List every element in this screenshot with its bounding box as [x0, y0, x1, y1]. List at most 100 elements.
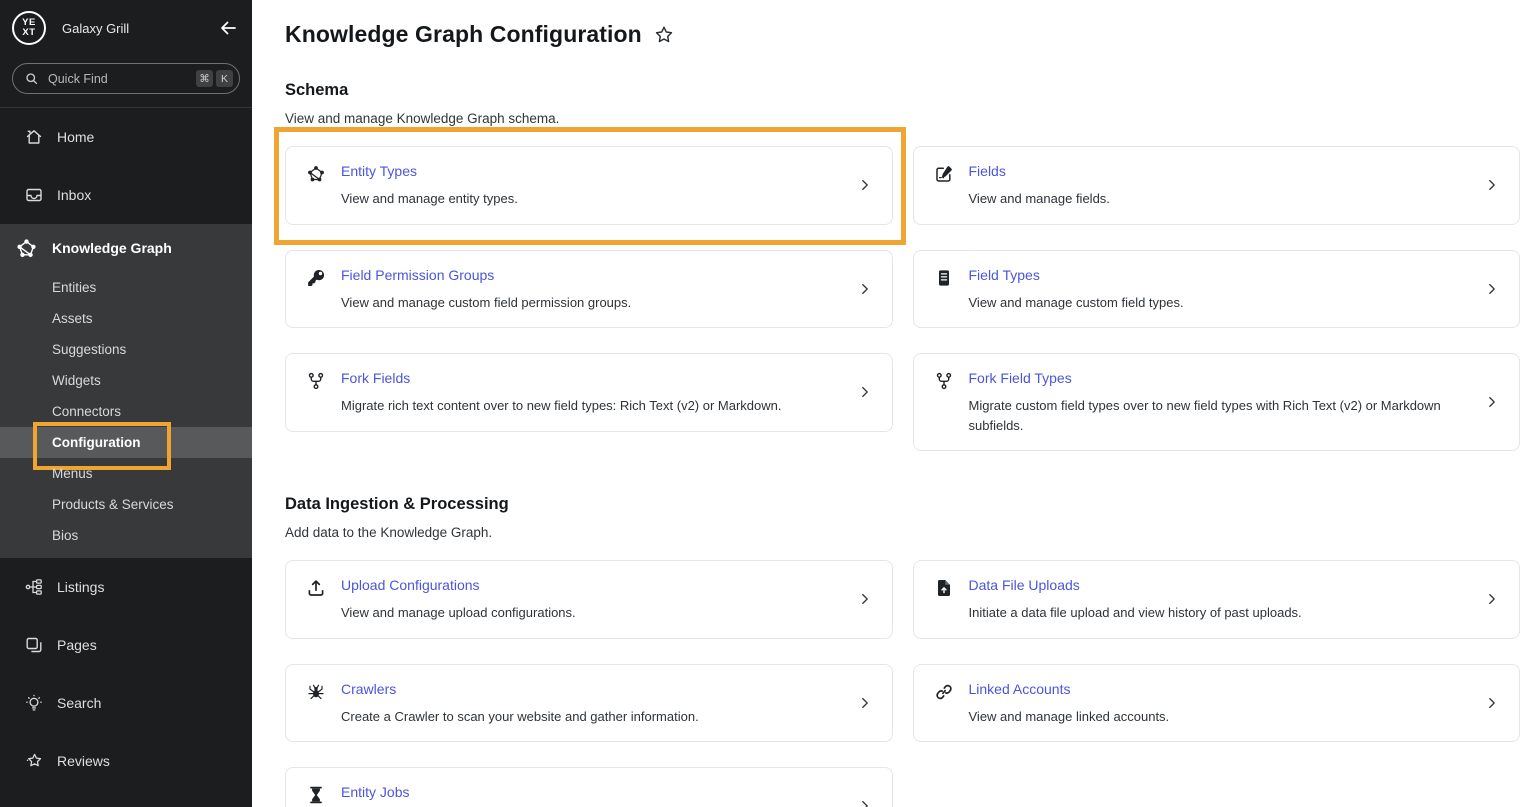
chevron-right-icon: [1485, 282, 1499, 296]
app: YEXT Galaxy Grill ⌘ K: [0, 0, 1539, 807]
back-arrow-icon: [218, 18, 238, 38]
section-subtitle: View and manage Knowledge Graph schema.: [285, 111, 1520, 126]
fields-icon: [934, 164, 954, 184]
card-title-link[interactable]: Fork Field Types: [969, 370, 1464, 386]
card-description: View and manage upload configurations.: [341, 603, 576, 623]
card-title-link[interactable]: Upload Configurations: [341, 577, 576, 593]
sidebar-subitem-label: Assets: [52, 311, 93, 326]
chevron-right-icon: [1485, 178, 1499, 192]
field-types-icon: [934, 268, 954, 288]
sidebar-subitem-label: Widgets: [52, 373, 101, 388]
config-card[interactable]: Data File Uploads Initiate a data file u…: [913, 560, 1521, 639]
sidebar-item-knowledge-graph[interactable]: Knowledge Graph: [0, 224, 252, 272]
config-card[interactable]: Fork Fields Migrate rich text content ov…: [285, 353, 893, 432]
page-title: Knowledge Graph Configuration: [285, 21, 642, 48]
card-description: Create a Crawler to scan your website an…: [341, 707, 699, 727]
card-title-link[interactable]: Field Types: [969, 267, 1184, 283]
upload-icon: [306, 578, 326, 598]
inbox-icon: [24, 185, 44, 205]
knowledge-graph-icon: [15, 237, 38, 260]
card-title-link[interactable]: Crawlers: [341, 681, 699, 697]
card-description: Migrate rich text content over to new fi…: [341, 396, 782, 416]
chevron-right-icon: [1485, 395, 1499, 409]
entity-types-icon: [306, 164, 326, 184]
reviews-icon: [24, 751, 44, 771]
sidebar-subitem[interactable]: Assets: [0, 303, 252, 334]
card-title-link[interactable]: Entity Types: [341, 163, 518, 179]
sidebar-subitem[interactable]: Bios: [0, 520, 252, 551]
sidebar-item[interactable]: Reviews: [0, 732, 252, 790]
card-section: Schema View and manage Knowledge Graph s…: [285, 81, 1520, 451]
chevron-right-icon: [858, 799, 872, 807]
config-card[interactable]: Entity Types View and manage entity type…: [285, 146, 893, 225]
k-key-badge: K: [216, 70, 233, 87]
sidebar-subitem-label: Products & Services: [52, 497, 174, 512]
card-title-link[interactable]: Entity Jobs: [341, 784, 826, 800]
card-title-link[interactable]: Fields: [969, 163, 1110, 179]
card-description: Initiate a data file upload and view his…: [969, 603, 1302, 623]
config-card[interactable]: Fields View and manage fields.: [913, 146, 1521, 225]
card-title-link[interactable]: Fork Fields: [341, 370, 782, 386]
sidebar-subitem[interactable]: Configuration: [0, 427, 252, 458]
config-card[interactable]: Fork Field Types Migrate custom field ty…: [913, 353, 1521, 451]
card-title-link[interactable]: Field Permission Groups: [341, 267, 631, 283]
config-card[interactable]: Entity Jobs View information about all a…: [285, 767, 893, 807]
home-icon: [24, 127, 44, 147]
sidebar-subitem-label: Bios: [52, 528, 78, 543]
sidebar-nav: Home Inbox Knowledge Graph Entities: [0, 107, 252, 790]
fork-icon: [306, 371, 326, 391]
card-title-link[interactable]: Data File Uploads: [969, 577, 1302, 593]
quick-find-input[interactable]: [48, 72, 193, 86]
main-content: Knowledge Graph Configuration Schema Vie…: [252, 0, 1539, 807]
section-title: Schema: [285, 81, 1520, 100]
yext-logo: YEXT: [12, 11, 46, 45]
chevron-right-icon: [858, 178, 872, 192]
sidebar-subitem[interactable]: Connectors: [0, 396, 252, 427]
search-icon: [24, 71, 39, 86]
chevron-right-icon: [858, 696, 872, 710]
quick-find-search[interactable]: ⌘ K: [12, 63, 240, 94]
sidebar-subitem[interactable]: Entities: [0, 272, 252, 303]
config-card[interactable]: Field Permission Groups View and manage …: [285, 250, 893, 329]
sidebar-item-label: Reviews: [57, 753, 110, 769]
sidebar-item[interactable]: Listings: [0, 558, 252, 616]
sidebar-subitem-label: Menus: [52, 466, 93, 481]
chevron-right-icon: [858, 385, 872, 399]
config-card[interactable]: Linked Accounts View and manage linked a…: [913, 664, 1521, 743]
sidebar-item[interactable]: Home: [0, 108, 252, 166]
sidebar-subitem[interactable]: Menus: [0, 458, 252, 489]
card-section: Data Ingestion & Processing Add data to …: [285, 495, 1520, 807]
sidebar-subitem[interactable]: Products & Services: [0, 489, 252, 520]
sidebar-item-label: Listings: [57, 579, 104, 595]
sidebar-item-label: Inbox: [57, 187, 91, 203]
chevron-right-icon: [858, 592, 872, 606]
sidebar-subitem-label: Entities: [52, 280, 96, 295]
entity-jobs-icon: [306, 785, 326, 805]
card-description: View and manage fields.: [969, 189, 1110, 209]
linked-accounts-icon: [934, 682, 954, 702]
search-product-icon: [24, 693, 44, 713]
sidebar-subitem[interactable]: Suggestions: [0, 334, 252, 365]
chevron-right-icon: [1485, 696, 1499, 710]
chevron-right-icon: [858, 282, 872, 296]
card-description: Migrate custom field types over to new f…: [969, 396, 1464, 435]
sidebar-item[interactable]: Pages: [0, 616, 252, 674]
file-upload-icon: [934, 578, 954, 598]
card-title-link[interactable]: Linked Accounts: [969, 681, 1170, 697]
config-card[interactable]: Upload Configurations View and manage up…: [285, 560, 893, 639]
pages-icon: [24, 635, 44, 655]
sidebar: YEXT Galaxy Grill ⌘ K: [0, 0, 252, 807]
sidebar-subitem-label: Configuration: [52, 435, 140, 450]
sidebar-item[interactable]: Inbox: [0, 166, 252, 224]
listings-icon: [24, 577, 44, 597]
collapse-sidebar-button[interactable]: [216, 16, 240, 40]
card-description: View and manage custom field permission …: [341, 293, 631, 313]
sidebar-item-label: Pages: [57, 637, 97, 653]
key-icon: [306, 268, 326, 288]
favorite-star-icon[interactable]: [653, 24, 675, 46]
config-card[interactable]: Crawlers Create a Crawler to scan your w…: [285, 664, 893, 743]
sidebar-subitem[interactable]: Widgets: [0, 365, 252, 396]
sidebar-item[interactable]: Search: [0, 674, 252, 732]
config-card[interactable]: Field Types View and manage custom field…: [913, 250, 1521, 329]
chevron-right-icon: [1485, 592, 1499, 606]
